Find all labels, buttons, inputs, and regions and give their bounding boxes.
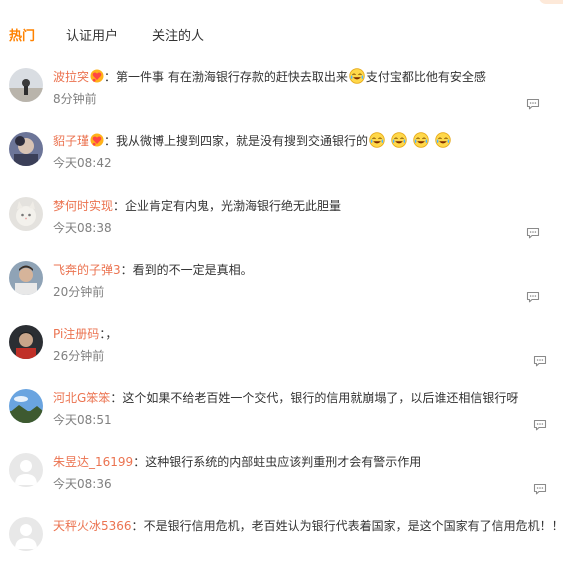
timestamp: 今天08:51 xyxy=(53,413,112,427)
comment-item: 河北G笨笨：这个如果不给老百姓一个交代，银行的信用就崩塌了，以后谁还相信银行呀 … xyxy=(0,389,563,451)
username[interactable]: 河北G笨笨 xyxy=(53,391,110,405)
reply-icon[interactable] xyxy=(533,483,547,495)
laugh-cry-emoji-icon xyxy=(391,132,407,148)
username[interactable]: 朱昱达_16199 xyxy=(53,455,133,469)
comment-item: 飞奔的子弹3：看到的不一定是真相。 20分钟前 xyxy=(0,261,563,323)
comment-text: 这个如果不给老百姓一个交代，银行的信用就崩塌了，以后谁还相信银行呀 xyxy=(122,391,519,405)
vip-heart-badge-icon xyxy=(90,69,104,83)
avatar[interactable] xyxy=(9,261,43,295)
comment-item: 朱昱达_16199：这种银行系统的内部蛀虫应该判重刑才会有警示作用 今天08:3… xyxy=(0,453,563,515)
reply-icon[interactable] xyxy=(526,227,540,239)
comment-item: 天秤火冰5366：不是银行信用危机，老百姓认为银行代表着国家，是这个国家有了信用… xyxy=(0,517,563,579)
comment-text: 这种银行系统的内部蛀虫应该判重刑才会有警示作用 xyxy=(145,455,422,469)
timestamp: 20分钟前 xyxy=(53,285,105,299)
reply-icon[interactable] xyxy=(533,355,547,367)
tab-hot[interactable]: 热门 xyxy=(9,28,35,46)
username[interactable]: 梦何时实现 xyxy=(53,199,113,213)
comment-item: 貂子瑾 ：我从微博上搜到四家，就是没有搜到交通银行的 今天08:42 xyxy=(0,132,563,194)
laugh-cry-emoji-icon xyxy=(435,132,451,148)
timestamp: 今天08:38 xyxy=(53,221,112,235)
comment-filter-tabs: 热门 认证用户 关注的人 xyxy=(0,0,563,50)
comment-text: 不是银行信用危机，老百姓认为银行代表着国家，是这个国家有了信用危机！！ xyxy=(143,519,558,533)
comment-item: Pi注册码：， 26分钟前 xyxy=(0,325,563,387)
comment-text: 看到的不一定是真相。 xyxy=(132,263,253,277)
timestamp: 今天08:42 xyxy=(53,156,112,170)
username[interactable]: 飞奔的子弹3 xyxy=(53,263,121,277)
laugh-cry-emoji-icon xyxy=(413,132,429,148)
username[interactable]: Pi注册码 xyxy=(53,327,99,341)
avatar[interactable] xyxy=(9,389,43,423)
avatar[interactable] xyxy=(9,68,43,102)
vip-heart-badge-icon xyxy=(90,133,104,147)
username[interactable]: 貂子瑾 xyxy=(53,134,89,148)
timestamp: 26分钟前 xyxy=(53,349,105,363)
timestamp: 8分钟前 xyxy=(53,92,97,106)
avatar[interactable] xyxy=(9,517,43,551)
comment-text: 我从微博上搜到四家，就是没有搜到交通银行的 xyxy=(116,134,369,148)
comment-item: 梦何时实现：企业肯定有内鬼，光渤海银行绝无此胆量 今天08:38 xyxy=(0,197,563,259)
avatar[interactable] xyxy=(9,325,43,359)
tab-verified-users[interactable]: 认证用户 xyxy=(66,28,118,46)
timestamp: 今天08:36 xyxy=(53,477,112,491)
tab-following[interactable]: 关注的人 xyxy=(152,28,204,46)
reply-icon[interactable] xyxy=(526,98,540,110)
avatar[interactable] xyxy=(9,132,43,166)
username[interactable]: 波拉突 xyxy=(53,70,89,84)
comment-text: 企业肯定有内鬼，光渤海银行绝无此胆量 xyxy=(125,199,342,213)
avatar[interactable] xyxy=(9,453,43,487)
comment-text-continued: 支付宝都比他有安全感 xyxy=(365,70,486,84)
laugh-cry-emoji-icon xyxy=(349,68,365,84)
comment-text: 第一件事 有在渤海银行存款的赶快去取出来 xyxy=(116,70,348,84)
comment-text: ， xyxy=(105,327,118,341)
reply-icon[interactable] xyxy=(526,291,540,303)
username[interactable]: 天秤火冰5366 xyxy=(53,519,132,533)
reply-icon[interactable] xyxy=(533,419,547,431)
laugh-cry-emoji-icon xyxy=(369,132,385,148)
avatar[interactable] xyxy=(9,197,43,231)
comment-item: 波拉突 ：第一件事 有在渤海银行存款的赶快去取出来 支付宝都比他有安全感 8分钟前 xyxy=(0,68,563,130)
